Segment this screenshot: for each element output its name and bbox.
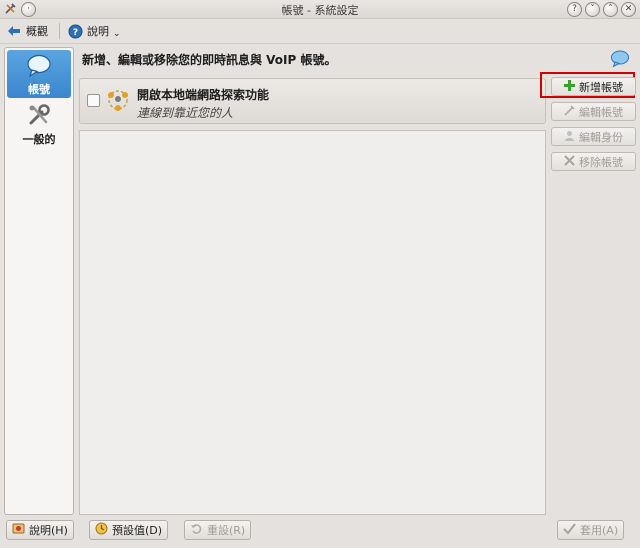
edit-account-button[interactable]: 編輯帳號 xyxy=(551,102,636,121)
user-icon xyxy=(564,130,575,144)
help-menu-button[interactable]: ? 說明 ⌄ xyxy=(67,22,121,40)
defaults-button[interactable]: 預設值(D) xyxy=(89,520,169,540)
apply-button-label: 套用(A) xyxy=(580,524,619,537)
speech-bubble-icon xyxy=(7,50,71,78)
chevron-down-icon: ⌄ xyxy=(113,29,121,39)
network-discovery-icon xyxy=(105,87,131,116)
maximize-button[interactable]: ˄ xyxy=(603,2,618,17)
remove-icon xyxy=(564,154,575,169)
reset-button[interactable]: 重設(R) xyxy=(184,520,252,540)
sidebar-item-label: 帳號 xyxy=(28,83,50,96)
sidebar-item-label: 一般的 xyxy=(22,133,56,146)
defaults-button-label: 預設值(D) xyxy=(112,524,163,537)
help-icon: ? xyxy=(67,23,83,39)
edit-identity-label: 編輯身份 xyxy=(579,130,623,144)
title-bar: · 帳號 - 系統設定 ? ˅ ˄ ✕ xyxy=(0,0,640,19)
wrench-icon xyxy=(7,100,71,128)
add-account-label: 新增帳號 xyxy=(579,80,623,94)
edit-account-label: 編輯帳號 xyxy=(579,105,623,119)
back-arrow-icon xyxy=(6,23,22,39)
enable-account-checkbox[interactable] xyxy=(87,94,100,107)
remove-account-button[interactable]: 移除帳號 xyxy=(551,152,636,171)
edit-icon xyxy=(564,104,575,119)
help-button-label: 說明(H) xyxy=(29,524,68,537)
reset-button-label: 重設(R) xyxy=(207,524,246,537)
help-button[interactable]: 說明(H) xyxy=(6,520,74,540)
checkmark-icon xyxy=(563,522,576,538)
account-name: 開啟本地端網路探索功能 xyxy=(137,88,270,102)
sidebar-item-accounts[interactable]: 帳號 xyxy=(7,50,71,98)
svg-text:?: ? xyxy=(72,28,77,38)
add-account-button[interactable]: 新增帳號 xyxy=(551,77,636,96)
overview-button[interactable]: 概觀 xyxy=(6,22,48,40)
system-settings-window: · 帳號 - 系統設定 ? ˅ ˄ ✕ 概觀 ? 說明 ⌄ 帳號 一般的 新增、… xyxy=(0,0,640,548)
remove-account-label: 移除帳號 xyxy=(579,155,623,169)
accounts-list-area[interactable] xyxy=(79,130,546,515)
page-description: 新增、編輯或移除您的即時訊息與 VoIP 帳號。 xyxy=(82,53,337,67)
window-title: 帳號 - 系統設定 xyxy=(281,4,359,17)
category-sidebar: 帳號 一般的 xyxy=(4,47,74,515)
minimize-button[interactable]: ˅ xyxy=(585,2,600,17)
chat-bubble-icon xyxy=(610,50,630,71)
account-list-item[interactable]: 開啟本地端網路探索功能 連線到靠近您的人 xyxy=(79,78,546,124)
plus-icon xyxy=(564,79,575,94)
close-button[interactable]: ✕ xyxy=(621,2,636,17)
help-window-button[interactable]: ? xyxy=(567,2,582,17)
overview-label: 概觀 xyxy=(26,25,48,38)
toolbar: 概觀 ? 說明 ⌄ xyxy=(0,19,640,44)
undo-icon xyxy=(190,522,203,538)
apply-button[interactable]: 套用(A) xyxy=(557,520,625,540)
toolbar-separator xyxy=(59,23,60,39)
edit-identity-button[interactable]: 編輯身份 xyxy=(551,127,636,146)
sidebar-item-general[interactable]: 一般的 xyxy=(7,100,71,148)
help-book-icon xyxy=(12,522,25,538)
defaults-icon xyxy=(95,522,108,538)
account-description: 連線到靠近您的人 xyxy=(137,106,234,120)
help-label: 說明 xyxy=(87,25,109,38)
